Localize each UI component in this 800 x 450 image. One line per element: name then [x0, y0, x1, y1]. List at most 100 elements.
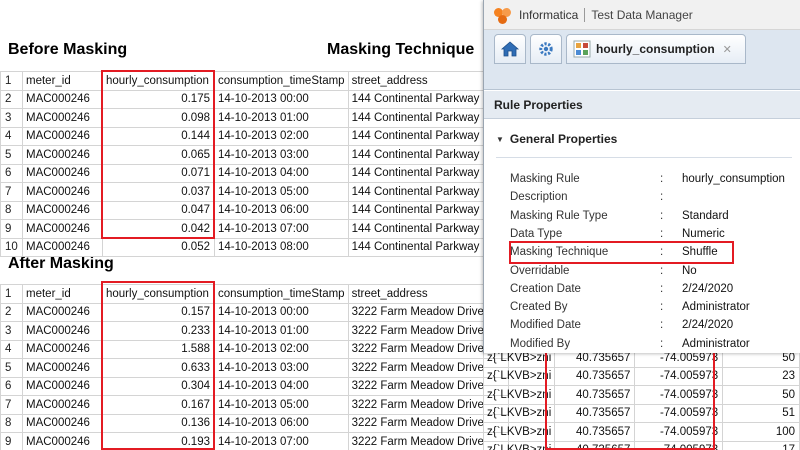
property-row: Created By: Administrator [510, 298, 750, 316]
timestamp-cell[interactable]: 14-10-2013 01:00 [214, 108, 349, 128]
table-row: 6 MAC000246 0.071 14-10-2013 04:00 144 Conti… [0, 163, 509, 183]
table-row: 7 MAC000246 0.167 14-10-2013 05:00 3222 Farm… [0, 395, 509, 415]
general-properties-section[interactable]: ▼ General Properties [496, 132, 800, 146]
timestamp-cell[interactable]: 14-10-2013 00:00 [214, 89, 349, 109]
tdm-window: Informatica Test Data Manager hourly_con… [483, 0, 800, 353]
meter-id-cell[interactable]: MAC000246 [22, 376, 103, 396]
table-row: 10 MAC000246 0.052 14-10-2013 08:00 144 Cont… [0, 237, 509, 257]
property-label: Overridable [510, 264, 570, 277]
row-number: 9 [0, 432, 23, 450]
table-row: 7 MAC000246 0.037 14-10-2013 05:00 144 Conti… [0, 182, 509, 202]
property-colon: : [660, 282, 664, 295]
timestamp-cell[interactable]: 14-10-2013 07:00 [214, 432, 349, 450]
row-number: 6 [0, 163, 23, 183]
meter-id-cell[interactable]: MAC000246 [22, 200, 103, 220]
timestamp-cell[interactable]: 14-10-2013 03:00 [214, 145, 349, 165]
timestamp-cell[interactable]: 14-10-2013 05:00 [214, 395, 349, 415]
informatica-logo [492, 5, 514, 25]
value-cell[interactable]: 23 [722, 366, 800, 386]
property-label: Created By [510, 301, 568, 314]
settings-tab[interactable] [530, 34, 562, 64]
meter-id-cell[interactable]: MAC000246 [22, 395, 103, 415]
value-cell[interactable]: 50 [722, 385, 800, 405]
meter-id-cell[interactable]: MAC000246 [22, 182, 103, 202]
collapse-triangle-icon[interactable]: ▼ [496, 135, 504, 144]
property-label: Masking Rule [510, 173, 580, 185]
meter-id-cell[interactable]: MAC000246 [22, 358, 103, 378]
timestamp-cell[interactable]: 14-10-2013 07:00 [214, 219, 349, 239]
table-row: 2 MAC000246 0.175 14-10-2013 00:00 144 Conti… [0, 89, 509, 109]
meter-id-cell[interactable]: MAC000246 [22, 108, 103, 128]
timestamp-cell[interactable]: 14-10-2013 08:00 [214, 237, 349, 257]
timestamp-cell[interactable]: 14-10-2013 02:00 [214, 126, 349, 146]
after-consumption-highlight [101, 281, 215, 450]
column-header[interactable]: meter_id [22, 71, 103, 91]
timestamp-cell[interactable]: 14-10-2013 06:00 [214, 200, 349, 220]
row-number: 1 [0, 284, 23, 304]
timestamp-cell[interactable]: 14-10-2013 06:00 [214, 413, 349, 433]
property-value: Standard [682, 209, 729, 222]
tdm-titlebar: Informatica Test Data Manager [484, 0, 800, 30]
row-number: 8 [0, 413, 23, 433]
title-separator [584, 7, 586, 22]
row-number: 10 [0, 237, 23, 257]
meter-id-cell[interactable]: MAC000246 [22, 145, 103, 165]
tab-hourly-consumption[interactable]: hourly_consumption ✕ [566, 34, 746, 64]
table-row: 3 MAC000246 0.098 14-10-2013 01:00 144 Conti… [0, 108, 509, 128]
timestamp-cell[interactable]: 14-10-2013 05:00 [214, 182, 349, 202]
value-cell[interactable]: 17 [722, 440, 800, 450]
property-row: Creation Date: 2/24/2020 [510, 280, 733, 298]
column-header[interactable]: consumption_timeStamp [214, 284, 349, 304]
meter-id-cell[interactable]: MAC000246 [22, 413, 103, 433]
section-divider [496, 157, 792, 158]
row-number: 3 [0, 321, 23, 341]
property-colon: : [660, 209, 664, 222]
timestamp-cell[interactable]: 14-10-2013 00:00 [214, 302, 349, 322]
meter-id-cell[interactable]: MAC000246 [22, 339, 103, 359]
close-icon[interactable]: ✕ [723, 43, 732, 56]
row-number: 7 [0, 182, 23, 202]
column-header[interactable]: meter_id [22, 284, 103, 304]
property-value: 2/24/2020 [682, 319, 734, 332]
row-number: 4 [0, 126, 23, 146]
property-label: Modified Date [510, 319, 581, 332]
row-number: 1 [0, 71, 23, 91]
meter-id-cell[interactable]: MAC000246 [22, 321, 103, 341]
home-tab[interactable] [494, 34, 526, 64]
timestamp-cell[interactable]: 14-10-2013 01:00 [214, 321, 349, 341]
hourly-consumption-cell[interactable]: 0.052 [102, 237, 215, 257]
meter-id-cell[interactable]: MAC000246 [22, 89, 103, 109]
value-cell[interactable]: 100 [722, 422, 800, 442]
timestamp-cell[interactable]: 14-10-2013 03:00 [214, 358, 349, 378]
meter-id-cell[interactable]: MAC000246 [22, 126, 103, 146]
property-colon: : [660, 319, 664, 332]
header-row: 1 meter_id hourly_consumption consumption_t… [0, 71, 509, 91]
timestamp-cell[interactable]: 14-10-2013 04:00 [214, 376, 349, 396]
after-masking-heading: After Masking [8, 255, 114, 272]
after-masking-table: 1 meter_id hourly_consumption consumption_t… [0, 284, 509, 450]
property-label: Creation Date [510, 282, 581, 295]
property-row: Description: [510, 188, 682, 206]
brand-name: Informatica [519, 7, 579, 22]
property-colon: : [660, 227, 664, 240]
property-row: Masking Rule: hourly_consumption [510, 170, 785, 188]
property-colon: : [660, 191, 664, 204]
table-row: 9 MAC000246 0.042 14-10-2013 07:00 144 Conti… [0, 219, 509, 239]
meter-id-cell[interactable]: MAC000246 [22, 163, 103, 183]
meter-id-cell[interactable]: MAC000246 [22, 432, 103, 450]
meter-id-cell[interactable]: MAC000246 [22, 302, 103, 322]
row-number: 5 [0, 358, 23, 378]
meter-id-cell[interactable]: MAC000246 [22, 237, 103, 257]
property-row: Masking Rule Type: Standard [510, 207, 729, 225]
timestamp-cell[interactable]: 14-10-2013 04:00 [214, 163, 349, 183]
row-number: 2 [0, 302, 23, 322]
row-number: 4 [0, 339, 23, 359]
column-header[interactable]: consumption_timeStamp [214, 71, 349, 91]
table-row: 8 MAC000246 0.047 14-10-2013 06:00 144 Conti… [0, 200, 509, 220]
timestamp-cell[interactable]: 14-10-2013 02:00 [214, 339, 349, 359]
table-row: 2 MAC000246 0.157 14-10-2013 00:00 3222 Farm… [0, 302, 509, 322]
row-number: 2 [0, 89, 23, 109]
meter-id-cell[interactable]: MAC000246 [22, 219, 103, 239]
value-cell[interactable]: 51 [722, 403, 800, 423]
table-row: 6 MAC000246 0.304 14-10-2013 04:00 3222 Farm… [0, 376, 509, 396]
